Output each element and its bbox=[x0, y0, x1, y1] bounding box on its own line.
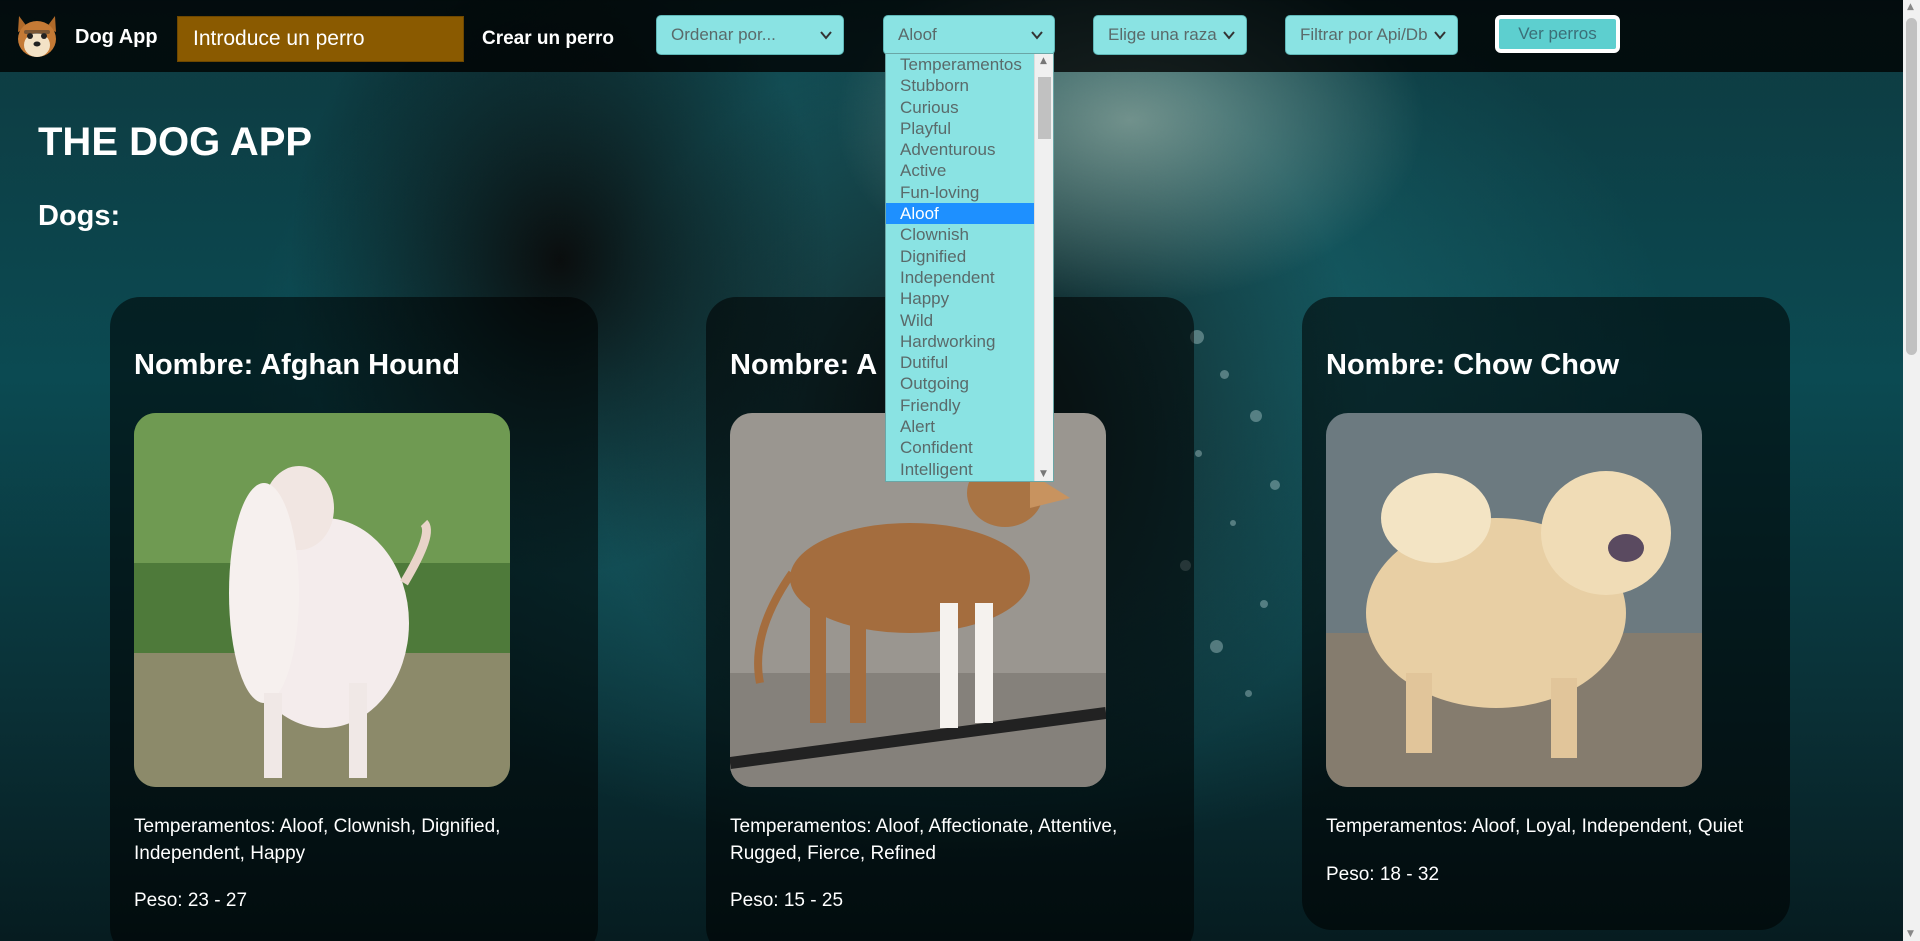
dropdown-scroll-thumb[interactable] bbox=[1038, 77, 1051, 139]
temperament-option[interactable]: Temperamentos bbox=[886, 54, 1034, 75]
dog-card[interactable]: Nombre: Chow Chow Temperamentos: Aloof, … bbox=[1302, 297, 1790, 930]
dog-card-temperament: Temperamentos: Aloof, Clownish, Dignifie… bbox=[134, 816, 501, 864]
temperament-option[interactable]: Hardworking bbox=[886, 331, 1034, 352]
order-select-value: Ordenar por... bbox=[671, 25, 776, 44]
view-dogs-button[interactable]: Ver perros bbox=[1495, 15, 1620, 53]
dog-card-name: Nombre: Chow Chow bbox=[1326, 349, 1620, 381]
dog-card-temperament: Temperamentos: Aloof, Affectionate, Atte… bbox=[730, 816, 1118, 864]
scroll-up-icon[interactable]: ▲ bbox=[1040, 56, 1047, 66]
source-filter-select[interactable]: Filtrar por Api/Db bbox=[1285, 15, 1458, 55]
temperament-option[interactable]: Playful bbox=[886, 118, 1034, 139]
temperament-option[interactable]: Stubborn bbox=[886, 75, 1034, 96]
chevron-down-icon bbox=[820, 31, 832, 40]
temperament-options: Temperamentos Stubborn Curious Playful Adven… bbox=[886, 54, 1053, 480]
temperament-option[interactable]: Curious bbox=[886, 97, 1034, 118]
search-input[interactable] bbox=[177, 16, 464, 62]
breed-select[interactable]: Elige una raza bbox=[1093, 15, 1247, 55]
temperament-option[interactable]: Happy bbox=[886, 288, 1034, 309]
temperament-select[interactable]: Aloof bbox=[883, 15, 1055, 55]
page-scroll-thumb[interactable] bbox=[1906, 18, 1917, 355]
temperament-option[interactable]: Independent bbox=[886, 267, 1034, 288]
temperament-option[interactable]: Adventurous bbox=[886, 139, 1034, 160]
temperament-option[interactable]: Dignified bbox=[886, 246, 1034, 267]
temperament-option[interactable]: Confident bbox=[886, 437, 1034, 458]
dog-card-weight: Peso: 18 - 32 bbox=[1326, 864, 1440, 885]
breed-select-value: Elige una raza bbox=[1108, 25, 1217, 44]
temperament-dropdown-list[interactable]: Temperamentos Stubborn Curious Playful Adven… bbox=[885, 53, 1054, 482]
dog-card[interactable]: Nombre: Afghan Hound Temperamentos: Aloo… bbox=[110, 297, 598, 941]
order-select[interactable]: Ordenar por... bbox=[656, 15, 844, 55]
scroll-up-icon[interactable]: ▲ bbox=[1907, 2, 1914, 12]
chevron-down-icon bbox=[1223, 31, 1235, 40]
temperament-option[interactable]: Friendly bbox=[886, 395, 1034, 416]
temperament-option[interactable]: Intelligent bbox=[886, 459, 1034, 480]
scroll-down-icon[interactable]: ▼ bbox=[1040, 469, 1047, 479]
page-scrollbar[interactable]: ▲ ▼ bbox=[1903, 0, 1920, 941]
temperament-option[interactable]: Outgoing bbox=[886, 373, 1034, 394]
temperament-option[interactable]: Alert bbox=[886, 416, 1034, 437]
dog-logo-icon[interactable] bbox=[14, 12, 60, 60]
dog-card-name: Nombre: Afghan Hound bbox=[134, 349, 460, 381]
temperament-option[interactable]: Wild bbox=[886, 310, 1034, 331]
chevron-down-icon bbox=[1434, 31, 1446, 40]
dog-card-weight: Peso: 15 - 25 bbox=[730, 890, 844, 911]
brand-name[interactable]: Dog App bbox=[75, 26, 158, 49]
temperament-option[interactable]: Active bbox=[886, 160, 1034, 181]
dog-card-name: Nombre: A bbox=[730, 349, 878, 381]
temperament-option[interactable]: Clownish bbox=[886, 224, 1034, 245]
dog-image bbox=[134, 413, 510, 787]
temperament-option[interactable]: Aloof bbox=[886, 203, 1034, 225]
temperament-option[interactable]: Dutiful bbox=[886, 352, 1034, 373]
scroll-down-icon[interactable]: ▼ bbox=[1907, 929, 1914, 939]
create-dog-link[interactable]: Crear un perro bbox=[482, 28, 614, 50]
dog-card-weight: Peso: 23 - 27 bbox=[134, 890, 248, 911]
temperament-select-value: Aloof bbox=[898, 25, 937, 44]
source-filter-value: Filtrar por Api/Db bbox=[1300, 25, 1428, 44]
temperament-option[interactable]: Fun-loving bbox=[886, 182, 1034, 203]
dogs-heading: Dogs: bbox=[38, 200, 121, 232]
page-title: THE DOG APP bbox=[38, 120, 313, 164]
chevron-down-icon bbox=[1031, 31, 1043, 40]
dog-image bbox=[1326, 413, 1702, 787]
dropdown-scrollbar[interactable]: ▲ ▼ bbox=[1034, 54, 1053, 481]
dog-card-temperament: Temperamentos: Aloof, Loyal, Independent… bbox=[1326, 816, 1744, 837]
